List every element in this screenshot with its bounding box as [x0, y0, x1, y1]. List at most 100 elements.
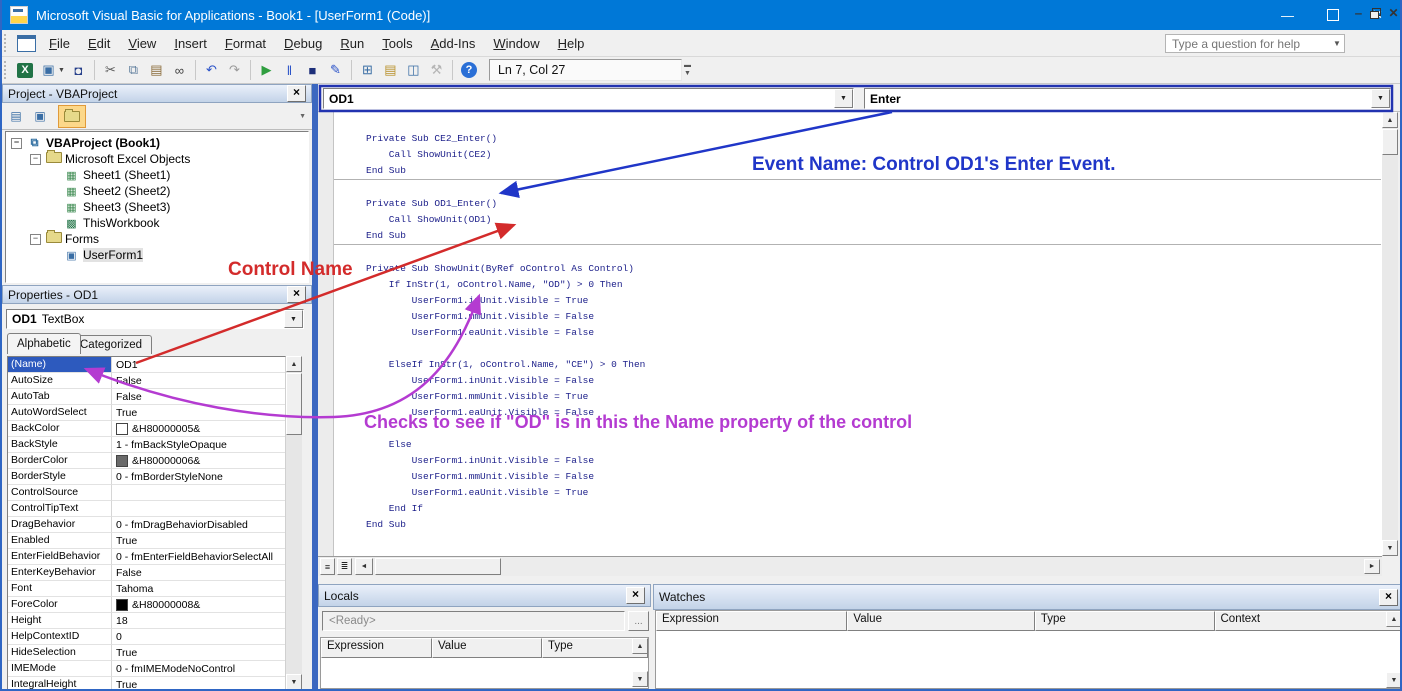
property-value[interactable]: Tahoma	[112, 581, 285, 597]
scrollbar-thumb[interactable]	[286, 373, 302, 435]
property-value[interactable]: True	[112, 405, 285, 421]
property-value[interactable]: False	[112, 389, 285, 405]
property-grid[interactable]: (Name) OD1 AutoSize False AutoTab False AutoWo…	[7, 356, 286, 689]
code-line[interactable]: UserForm1.mmUnit.Visible = False	[334, 309, 1381, 325]
property-row-imemode[interactable]: IMEMode 0 - fmIMEModeNoControl	[8, 661, 285, 677]
property-value[interactable]: False	[112, 565, 285, 581]
redo-icon[interactable]: ↷	[224, 60, 245, 80]
code-line[interactable]: UserForm1.eaUnit.Visible = True	[334, 485, 1381, 501]
help-search-box[interactable]: ▼	[1165, 34, 1345, 53]
property-value[interactable]: &H80000005&	[112, 421, 285, 437]
undo-icon[interactable]: ↶	[201, 60, 222, 80]
property-value[interactable]: False	[112, 373, 285, 389]
toolbar-overflow-button[interactable]: ▬ ▼	[684, 62, 691, 78]
menu-debug[interactable]: Debug	[275, 32, 331, 55]
column-header-context[interactable]: Context	[1214, 611, 1400, 631]
chevron-down-icon[interactable]: ▼	[834, 89, 853, 108]
scroll-left-icon[interactable]: ◄	[355, 558, 373, 575]
code-line[interactable]: End Sub	[334, 517, 1381, 533]
code-vertical-scrollbar[interactable]: ▲ ▼	[1382, 112, 1398, 556]
tree-item-userform1[interactable]: ▣ UserForm1	[6, 247, 308, 263]
procedure-dropdown[interactable]: Enter ▼	[864, 88, 1391, 109]
property-row-integralheight[interactable]: IntegralHeight True	[8, 677, 285, 689]
view-object-button[interactable]: ▣	[30, 107, 50, 125]
property-row-autotab[interactable]: AutoTab False	[8, 389, 285, 405]
property-value[interactable]: OD1	[112, 357, 285, 373]
chevron-down-icon[interactable]: ▼	[58, 67, 65, 74]
tree-item-vbaprojectbook1[interactable]: − ⧉ VBAProject (Book1)	[6, 135, 308, 151]
project-tree[interactable]: − ⧉ VBAProject (Book1) − Microsoft Excel Obj…	[5, 131, 309, 283]
scroll-down-icon[interactable]: ▼	[1386, 672, 1400, 688]
column-header-type[interactable]: Type	[1034, 611, 1215, 631]
code-line[interactable]: ElseIf InStr(1, oControl.Name, "CE") > 0…	[334, 357, 1381, 373]
scroll-up-icon[interactable]: ▲	[632, 638, 648, 654]
h-scrollbar-thumb[interactable]	[375, 558, 501, 575]
minimize-button[interactable]: —	[1265, 0, 1310, 30]
chevron-down-icon[interactable]: ▼	[284, 310, 303, 328]
property-value[interactable]: 0 - fmIMEModeNoControl	[112, 661, 285, 677]
property-row-backstyle[interactable]: BackStyle 1 - fmBackStyleOpaque	[8, 437, 285, 453]
object-dropdown[interactable]: OD1 ▼	[323, 88, 854, 109]
code-line[interactable]: UserForm1.mmUnit.Visible = False	[334, 469, 1381, 485]
code-line[interactable]: End If	[334, 501, 1381, 517]
code-line[interactable]: Private Sub OD1_Enter()	[334, 196, 1381, 212]
scroll-down-icon[interactable]: ▼	[632, 671, 648, 687]
column-header-value[interactable]: Value	[431, 638, 542, 658]
property-value[interactable]: 0 - fmEnterFieldBehaviorSelectAll	[112, 549, 285, 565]
property-row-enterfieldbehavior[interactable]: EnterFieldBehavior 0 - fmEnterFieldBehavi…	[8, 549, 285, 565]
menu-window[interactable]: Window	[484, 32, 548, 55]
properties-panel-header[interactable]: Properties - OD1 ×	[2, 285, 312, 304]
code-line[interactable]: UserForm1.mmUnit.Visible = True	[334, 389, 1381, 405]
scroll-down-icon[interactable]: ▼	[286, 674, 302, 689]
watches-close-button[interactable]: ×	[1379, 588, 1398, 606]
object-selector-dropdown[interactable]: OD1 TextBox ▼	[6, 309, 304, 329]
property-row-font[interactable]: Font Tahoma	[8, 581, 285, 597]
property-row-bordercolor[interactable]: BorderColor &H80000006&	[8, 453, 285, 469]
menu-format[interactable]: Format	[216, 32, 275, 55]
locals-header[interactable]: Locals ×	[318, 584, 651, 607]
property-row-hideselection[interactable]: HideSelection True	[8, 645, 285, 661]
scroll-up-icon[interactable]: ▲	[286, 356, 302, 372]
property-row-enabled[interactable]: Enabled True	[8, 533, 285, 549]
menu-view[interactable]: View	[119, 32, 165, 55]
property-row-dragbehavior[interactable]: DragBehavior 0 - fmDragBehaviorDisabled	[8, 517, 285, 533]
menu-edit[interactable]: Edit	[79, 32, 119, 55]
code-line[interactable]: Else	[334, 437, 1381, 453]
chevron-down-icon[interactable]: ▼	[1371, 89, 1390, 108]
property-row-height[interactable]: Height 18	[8, 613, 285, 629]
code-line[interactable]: Private Sub ShowUnit(ByRef oControl As C…	[334, 261, 1381, 277]
locals-close-button[interactable]: ×	[626, 587, 645, 604]
break-icon[interactable]: ‖	[279, 60, 300, 80]
scroll-up-icon[interactable]: ▲	[1386, 611, 1400, 627]
property-row-autosize[interactable]: AutoSize False	[8, 373, 285, 389]
property-row-backcolor[interactable]: BackColor &H80000005&	[8, 421, 285, 437]
code-line[interactable]: If InStr(1, oControl.Name, "OD") > 0 The…	[334, 277, 1381, 293]
watches-header[interactable]: Watches ×	[653, 584, 1400, 610]
menu-file[interactable]: File	[40, 32, 79, 55]
property-value[interactable]: 18	[112, 613, 285, 629]
toggle-folders-button[interactable]	[58, 104, 86, 128]
property-row-forecolor[interactable]: ForeColor &H80000008&	[8, 597, 285, 613]
object-browser-icon[interactable]: ◫	[403, 60, 424, 80]
column-header-value[interactable]: Value	[847, 611, 1035, 631]
maximize-button[interactable]	[1310, 0, 1355, 30]
menu-insert[interactable]: Insert	[165, 32, 216, 55]
code-line[interactable]: Private Sub CE2_Enter()	[334, 131, 1381, 147]
code-line[interactable]: UserForm1.inUnit.Visible = True	[334, 293, 1381, 309]
scroll-right-icon[interactable]: ►	[1364, 559, 1380, 574]
chevron-down-icon[interactable]: ▼	[1330, 39, 1344, 48]
cut-icon[interactable]: ✂	[100, 60, 121, 80]
code-line[interactable]	[334, 341, 1381, 357]
help-icon[interactable]: ?	[460, 62, 477, 78]
code-editor[interactable]: Private Sub CE2_Enter() Call ShowUnit(CE…	[334, 131, 1381, 533]
scroll-up-icon[interactable]: ▲	[1382, 112, 1398, 128]
menu-tools[interactable]: Tools	[373, 32, 421, 55]
menu-addins[interactable]: Add-Ins	[422, 32, 485, 55]
code-line[interactable]: UserForm1.eaUnit.Visible = False	[334, 325, 1381, 341]
property-value[interactable]: &H80000008&	[112, 597, 285, 613]
property-value[interactable]: True	[112, 533, 285, 549]
view-code-button[interactable]: ▤	[6, 107, 26, 125]
menu-grip[interactable]	[4, 34, 10, 52]
tree-item-thisworkbook[interactable]: ▩ ThisWorkbook	[6, 215, 308, 231]
code-line[interactable]	[334, 421, 1381, 437]
